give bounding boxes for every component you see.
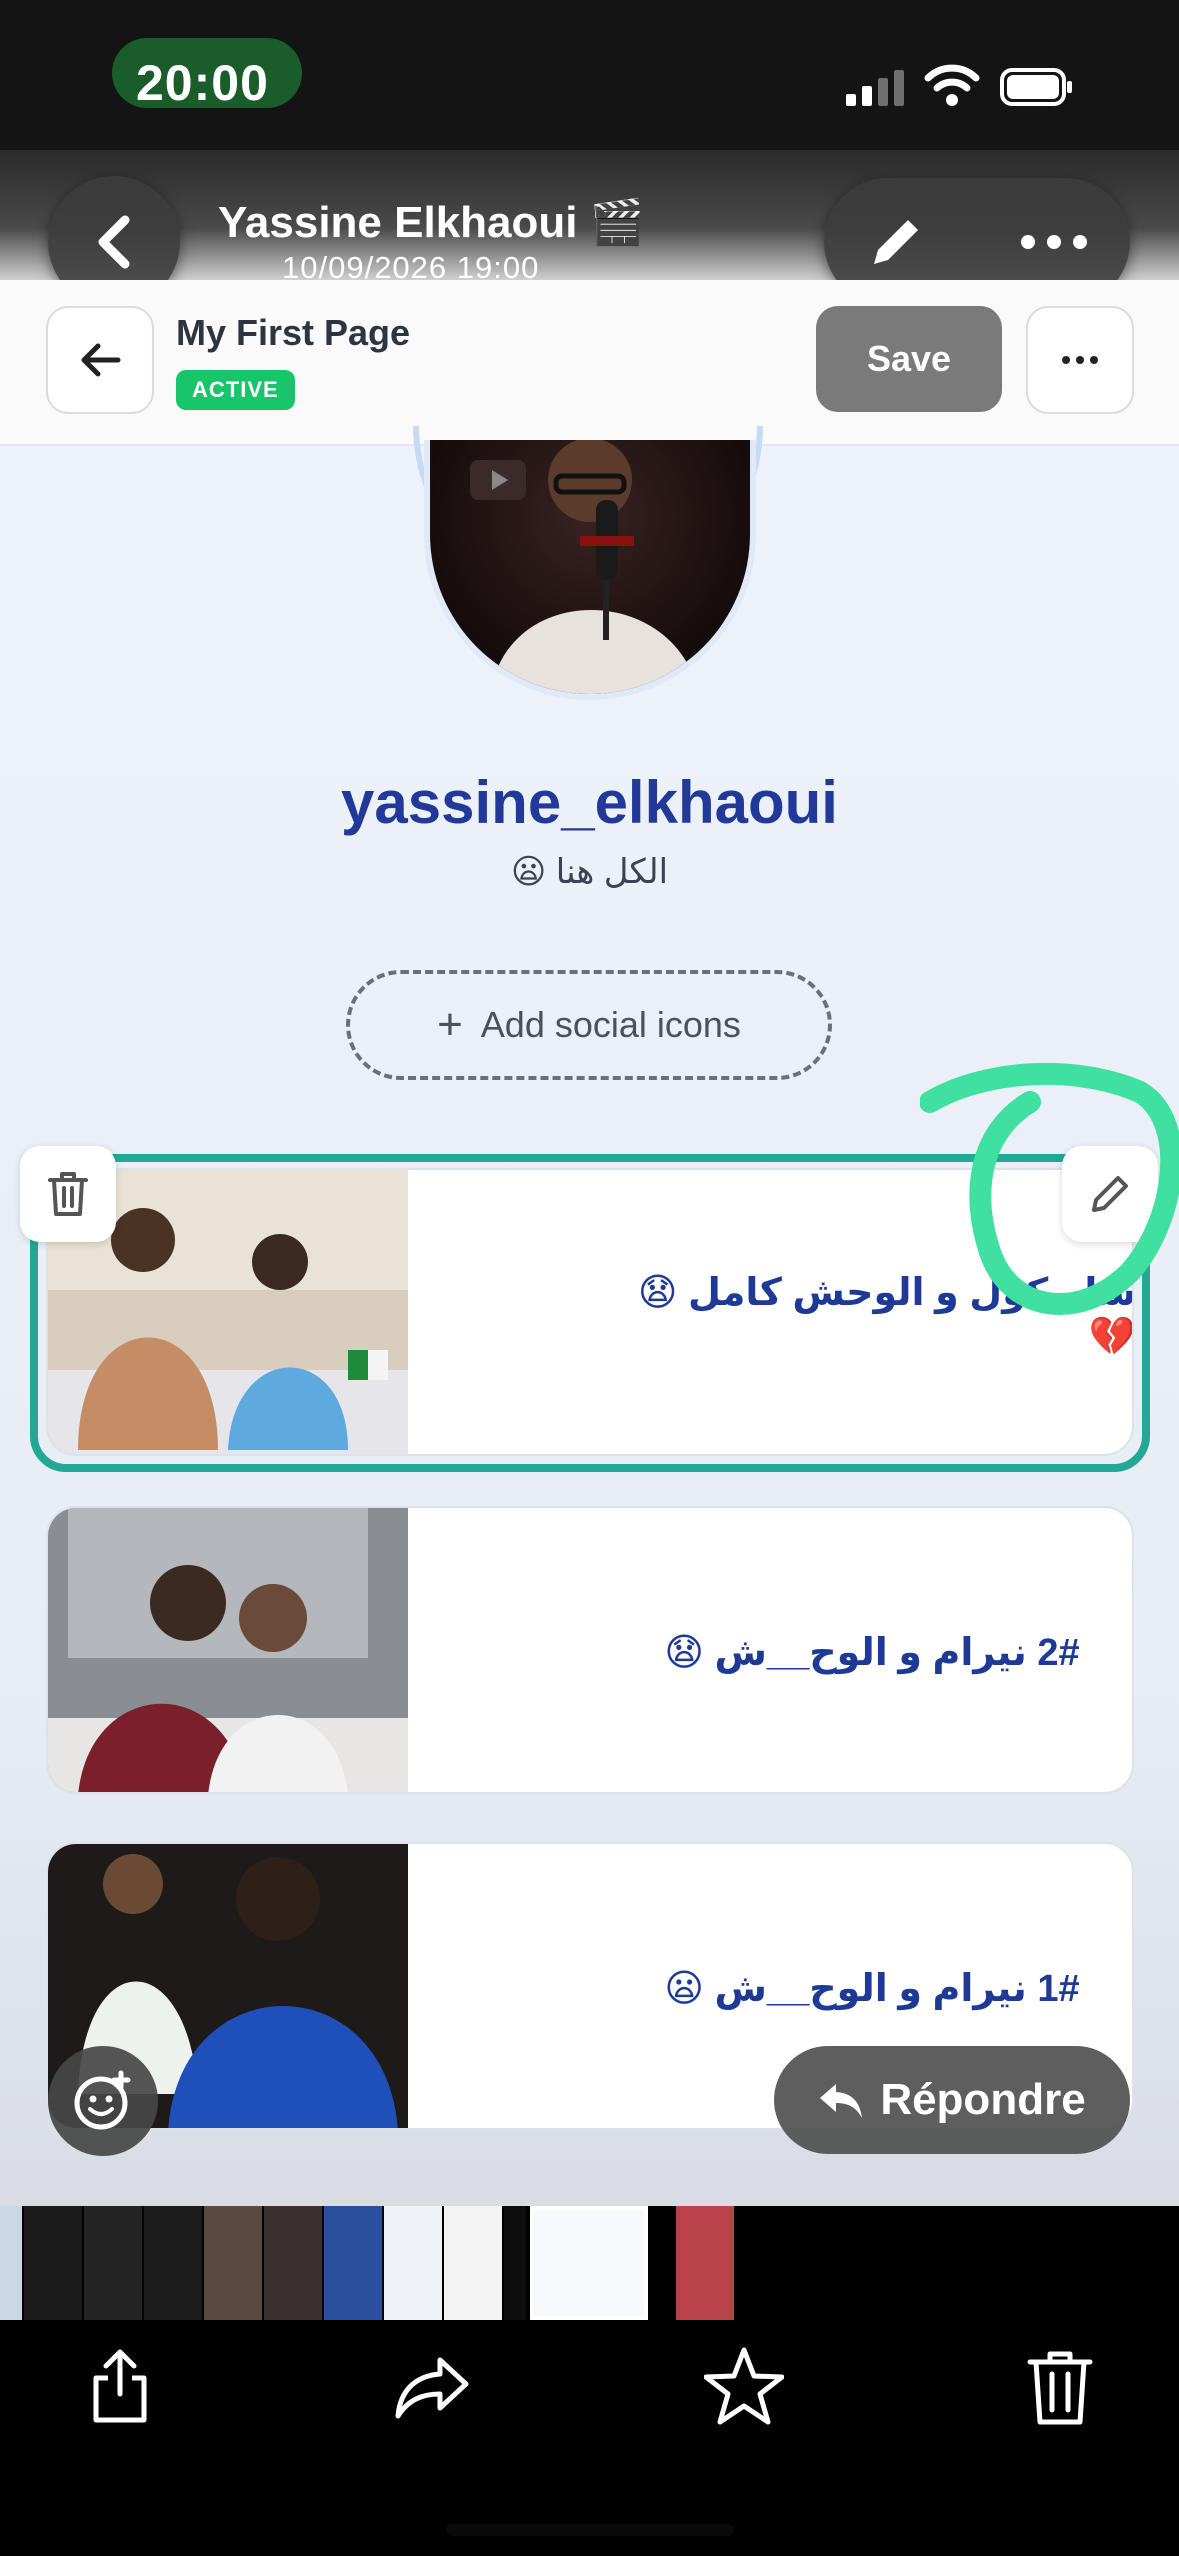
emoji-plus-icon [74, 2070, 131, 2130]
wifi-icon [924, 64, 980, 106]
profile-username[interactable]: yassine_elkhaoui [0, 768, 1179, 837]
editor-header [0, 280, 1179, 446]
home-indicator [446, 2524, 734, 2536]
viewer-title: Yassine Elkhaoui 🎬 [218, 198, 645, 247]
emoji-reaction-button[interactable] [48, 2046, 158, 2156]
link-thumbnail [48, 1508, 408, 1792]
plus-icon: + [437, 1000, 463, 1049]
bottom-toolbar [0, 2320, 1179, 2556]
arrow-left-icon [81, 343, 121, 377]
chevron-left-icon [98, 215, 130, 269]
editor-back-button[interactable] [46, 306, 154, 414]
filmstrip-selected-thumbnail[interactable] [530, 2206, 648, 2320]
annotation-circle-drawing [920, 1062, 1179, 1315]
battery-icon [1000, 68, 1072, 106]
delete-link-button[interactable] [20, 1146, 116, 1242]
page-title: My First Page [176, 312, 411, 353]
add-social-icons-button[interactable]: + Add social icons [346, 970, 832, 1080]
pencil-icon[interactable] [860, 208, 930, 278]
status-badge: ACTIVE [176, 370, 295, 410]
share-icon[interactable] [80, 2346, 160, 2426]
link-title: 2# نيرام و الوح__ش 😧 [664, 1631, 1080, 1674]
editor-more-button[interactable] [1026, 306, 1134, 414]
save-button[interactable]: Save [816, 306, 1002, 412]
reply-button[interactable]: Répondre [774, 2046, 1130, 2154]
profile-bio[interactable]: الكل هنا 😦 [0, 852, 1179, 892]
add-social-label: Add social icons [480, 1004, 741, 1045]
reply-label: Répondre [880, 2075, 1086, 2124]
status-time: 20:00 [136, 55, 269, 111]
trash-icon[interactable] [1020, 2346, 1100, 2426]
viewer-more-button[interactable] [1014, 222, 1094, 262]
photo-filmstrip[interactable] [0, 2206, 1179, 2320]
star-icon[interactable] [704, 2346, 784, 2426]
forward-icon[interactable] [392, 2346, 472, 2426]
trash-icon [48, 1172, 88, 1216]
reply-arrow-icon [820, 2084, 863, 2118]
link-card[interactable]: 2# نيرام و الوح__ش 😧 [46, 1506, 1134, 1794]
cellular-signal-icon [846, 66, 906, 106]
